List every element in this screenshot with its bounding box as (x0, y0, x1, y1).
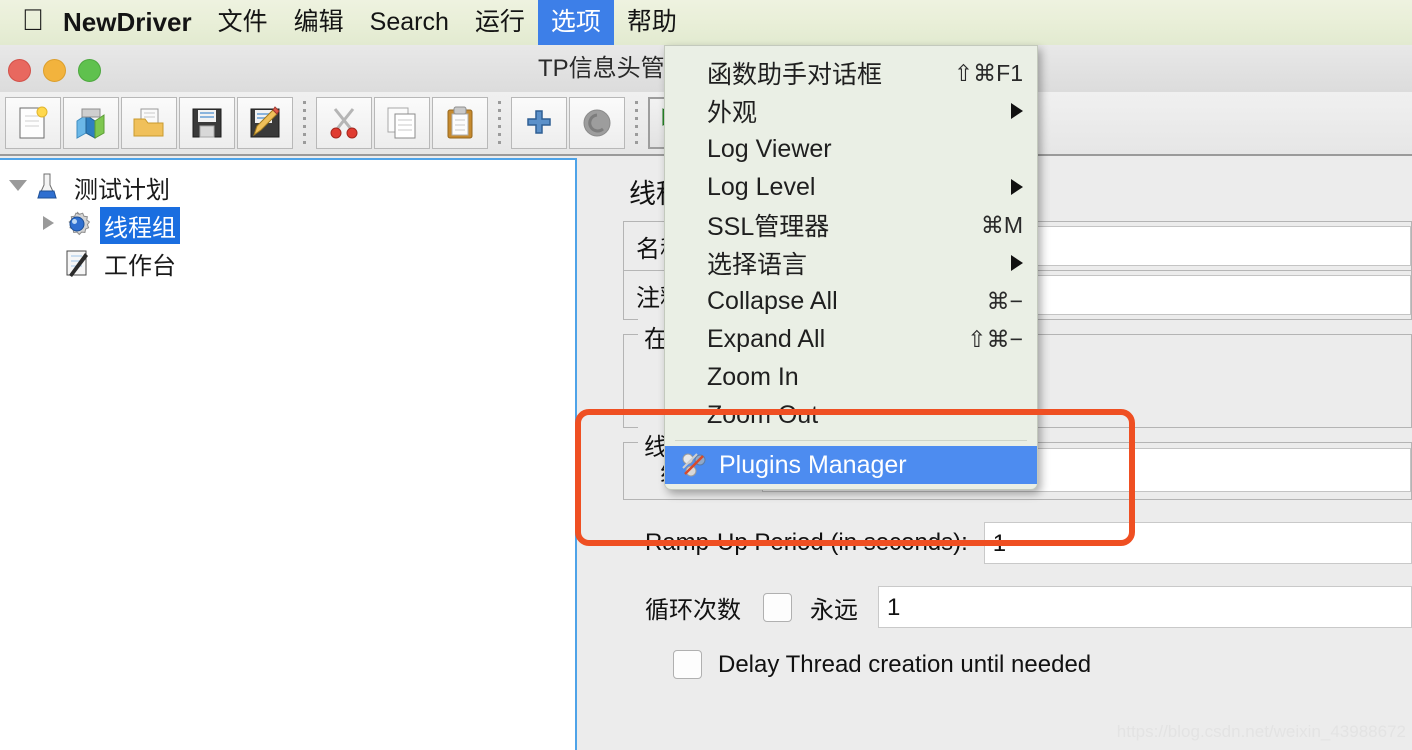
forever-label: 永远 (810, 596, 858, 624)
menubar-item-edit[interactable]: 编辑 (281, 0, 357, 45)
plugins-manager-icon (679, 450, 709, 480)
flask-icon (32, 172, 62, 202)
save-floppy-icon[interactable] (179, 97, 235, 149)
tree-label-workbench: 工作台 (104, 252, 176, 280)
apple-logo-icon[interactable]:  (16, 5, 50, 36)
window-traffic-lights (8, 59, 101, 82)
menu-item-accelerator: ⌘− (986, 287, 1023, 314)
menu-item-label: Plugins Manager (719, 450, 907, 479)
mac-menu-bar:  NewDriver 文件 编辑 Search 运行 选项 帮助 (0, 0, 1412, 46)
menu-item-function-helper[interactable]: 函数助手对话框 ⇧⌘F1 (665, 54, 1037, 92)
folder-open-icon[interactable] (121, 97, 177, 149)
menu-separator (675, 440, 1027, 441)
loop-count-row: 循环次数 永远 1 (645, 586, 1412, 628)
menu-item-label: 外观 (707, 99, 758, 127)
toggle-gray-icon[interactable] (569, 97, 625, 149)
watermark-text: https://blog.csdn.net/weixin_43988672 (1116, 722, 1406, 741)
menubar-item-search[interactable]: Search (357, 0, 462, 45)
menu-item-expand-all[interactable]: Expand All ⇧⌘− (665, 320, 1037, 358)
menu-item-look-and-feel[interactable]: 外观 (665, 92, 1037, 130)
delay-thread-checkbox[interactable] (673, 650, 702, 679)
cut-scissors-icon[interactable] (316, 97, 372, 149)
tree-expander-down-icon[interactable] (4, 178, 32, 196)
menu-item-accelerator: ⇧⌘F1 (953, 59, 1023, 86)
menu-item-accelerator: ⌘M (980, 211, 1023, 238)
menubar-item-newdriver[interactable]: NewDriver (50, 0, 205, 45)
menu-item-choose-language[interactable]: 选择语言 (665, 244, 1037, 282)
new-document-icon[interactable] (5, 97, 61, 149)
copy-icon[interactable] (374, 97, 430, 149)
menu-item-label: Log Level (707, 172, 816, 201)
templates-icon[interactable] (63, 97, 119, 149)
maximize-window-button[interactable] (78, 59, 101, 82)
tree-node-test-plan[interactable]: 测试计划 (0, 168, 575, 206)
delay-thread-label: Delay Thread creation until needed (718, 650, 1092, 678)
loop-count-label: 循环次数 (645, 596, 741, 624)
tree-expander-right-icon[interactable] (34, 215, 62, 235)
minimize-window-button[interactable] (43, 59, 66, 82)
submenu-arrow-icon (1011, 103, 1023, 119)
close-window-button[interactable] (8, 59, 31, 82)
rampup-label: Ramp-Up Period (in seconds): (645, 529, 968, 556)
menubar-item-options[interactable]: 选项 (537, 0, 614, 45)
tree-label-thread-group: 线程组 (100, 206, 180, 244)
menu-item-ssl-manager[interactable]: SSL管理器 ⌘M (665, 206, 1037, 244)
menu-item-label: 函数助手对话框 (707, 61, 883, 89)
menu-item-zoom-out[interactable]: Zoom Out (665, 396, 1037, 434)
menubar-item-file[interactable]: 文件 (205, 0, 281, 45)
blue-plus-icon[interactable] (511, 97, 567, 149)
menu-item-log-level[interactable]: Log Level (665, 168, 1037, 206)
save-as-icon[interactable] (237, 97, 293, 149)
menu-item-label: Zoom In (707, 362, 799, 391)
menu-item-plugins-manager[interactable]: Plugins Manager (665, 446, 1037, 484)
paste-clipboard-icon[interactable] (432, 97, 488, 149)
submenu-arrow-icon (1011, 255, 1023, 271)
menu-item-label: 选择语言 (707, 251, 808, 279)
menu-item-label: SSL管理器 (707, 213, 830, 241)
test-plan-tree-panel: 测试计划 线程组 工作台 (0, 158, 577, 750)
menubar-item-help[interactable]: 帮助 (614, 0, 690, 45)
menu-item-label: Collapse All (707, 286, 838, 315)
menu-item-collapse-all[interactable]: Collapse All ⌘− (665, 282, 1037, 320)
delay-thread-row: Delay Thread creation until needed (673, 650, 1412, 679)
menu-item-log-viewer[interactable]: Log Viewer (665, 130, 1037, 168)
rampup-input[interactable]: 1 (983, 522, 1412, 564)
forever-checkbox[interactable] (763, 592, 792, 622)
tree-node-workbench[interactable]: 工作台 (0, 244, 575, 282)
menu-item-accelerator: ⇧⌘− (967, 325, 1023, 352)
menu-item-zoom-in[interactable]: Zoom In (665, 358, 1037, 396)
menubar-item-run[interactable]: 运行 (462, 0, 538, 45)
tree-label-test-plan: 测试计划 (74, 176, 170, 204)
toolbar-separator (635, 101, 638, 145)
submenu-arrow-icon (1011, 179, 1023, 195)
workbench-icon (62, 248, 92, 278)
options-dropdown-menu: 函数助手对话框 ⇧⌘F1 外观 Log Viewer Log Level SSL… (664, 45, 1038, 490)
rampup-row: Ramp-Up Period (in seconds): 1 (645, 522, 1412, 564)
gear-blue-icon (62, 210, 92, 240)
toolbar-separator (303, 101, 306, 145)
menu-item-label: Expand All (707, 324, 826, 353)
toolbar-separator (498, 101, 501, 145)
loop-count-input[interactable]: 1 (878, 586, 1412, 628)
menu-item-label: Log Viewer (707, 134, 832, 163)
menu-item-label: Zoom Out (707, 400, 819, 429)
tree-node-thread-group[interactable]: 线程组 (0, 206, 575, 244)
